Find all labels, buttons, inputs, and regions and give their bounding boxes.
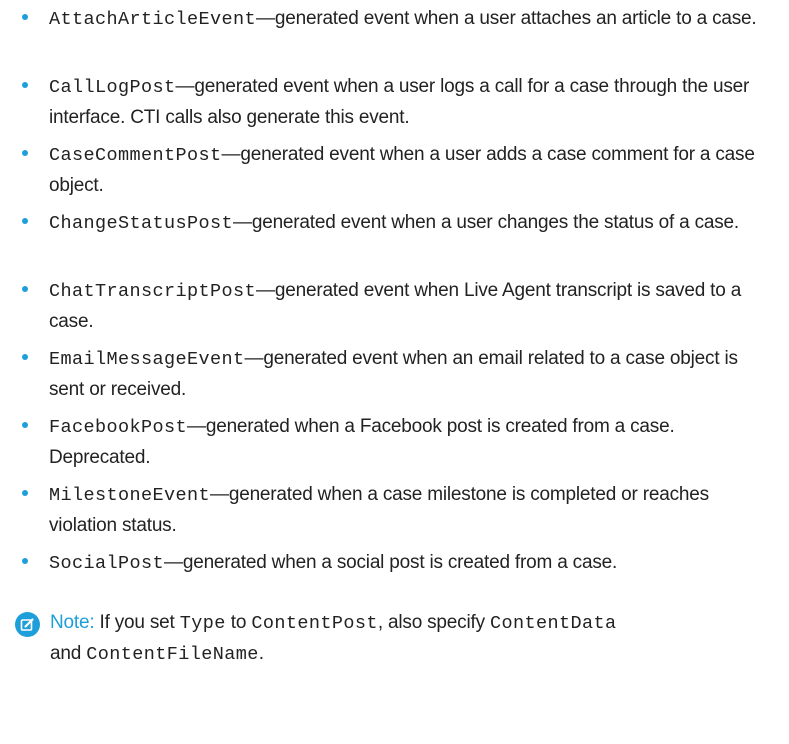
note-code-type: Type <box>179 613 226 634</box>
list-item-text: CaseCommentPost—generated event when a u… <box>49 140 769 201</box>
note-text-segment: and <box>50 643 87 664</box>
bullet-icon <box>22 82 28 88</box>
list-item-text: EmailMessageEvent—generated event when a… <box>49 344 769 405</box>
bullet-icon <box>22 150 28 156</box>
event-code: SocialPost <box>49 553 165 574</box>
event-description: —generated event when a user attaches an… <box>256 8 757 29</box>
note-code-contentfilename: ContentFileName <box>86 644 259 665</box>
bullet-icon <box>22 558 28 564</box>
note-code-contentdata: ContentData <box>489 613 617 634</box>
note-label: Note: <box>50 612 95 633</box>
bullet-icon <box>22 354 28 360</box>
event-code: AttachArticleEvent <box>49 9 257 30</box>
event-code: MilestoneEvent <box>49 485 211 506</box>
list-item-text: CallLogPost—generated event when a user … <box>49 72 769 133</box>
list-item-text: ChangeStatusPost—generated event when a … <box>49 208 769 239</box>
event-description: —generated event when a user changes the… <box>233 212 739 233</box>
list-item-text: AttachArticleEvent—generated event when … <box>49 4 769 35</box>
note-code-contentpost: ContentPost <box>251 613 378 634</box>
list-item-text: FacebookPost—generated when a Facebook p… <box>49 412 769 473</box>
edit-note-icon <box>15 612 40 637</box>
list-item-text: SocialPost—generated when a social post … <box>49 548 769 579</box>
note-text: Note: If you set Type to ContentPost, al… <box>50 608 770 670</box>
note-text-segment: . <box>258 643 264 664</box>
event-description: —generated when a social post is created… <box>164 552 618 573</box>
event-code: CaseCommentPost <box>49 145 222 166</box>
event-code: FacebookPost <box>49 417 188 438</box>
bullet-icon <box>22 422 28 428</box>
event-code: EmailMessageEvent <box>49 349 245 370</box>
note-text-segment: to <box>225 612 252 633</box>
list-item-text: MilestoneEvent—generated when a case mil… <box>49 480 769 541</box>
event-code: ChangeStatusPost <box>49 213 234 234</box>
list-item-text: ChatTranscriptPost—generated event when … <box>49 276 769 337</box>
bullet-icon <box>22 14 28 20</box>
bullet-icon <box>22 490 28 496</box>
note-text-segment: , also specify <box>377 612 490 633</box>
event-code: ChatTranscriptPost <box>49 281 257 302</box>
event-code: CallLogPost <box>49 77 176 98</box>
bullet-icon <box>22 286 28 292</box>
note-text-segment: If you set <box>94 612 180 633</box>
bullet-icon <box>22 218 28 224</box>
